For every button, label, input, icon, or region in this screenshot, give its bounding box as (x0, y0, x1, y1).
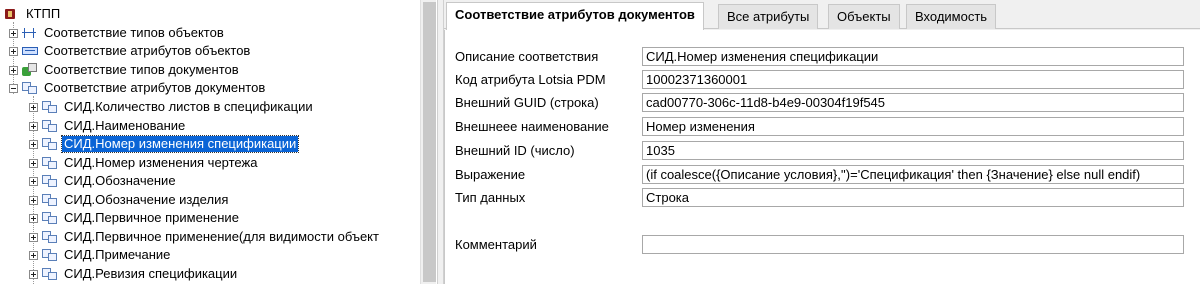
tree-root-label: КТПП (26, 6, 61, 21)
tree-child-item[interactable]: СИД.Номер изменения чертежа (29, 154, 259, 172)
tree-child-item[interactable]: СИД.Обозначение (29, 172, 178, 190)
tree-group-document-types[interactable]: Соответствие типов документов (9, 61, 241, 79)
mapping-form: Описание соответствия СИД.Номер изменени… (444, 30, 1200, 284)
document-attributes-icon (21, 81, 39, 95)
attribute-mapping-icon (41, 156, 59, 170)
tree-group-label: Соответствие типов объектов (44, 25, 224, 40)
tab-all-attributes[interactable]: Все атрибуты (718, 4, 819, 29)
tree-child-label: СИД.Количество листов в спецификации (64, 99, 313, 114)
tree-child-item[interactable]: СИД.Обозначение изделия (29, 191, 230, 209)
expand-plus-icon[interactable] (29, 213, 38, 223)
label-description: Описание соответствия (455, 49, 599, 64)
tab-occurrence[interactable]: Входимость (906, 4, 997, 29)
tree-group-label: Соответствие атрибутов документов (44, 80, 266, 95)
data-type-field[interactable]: Строка (642, 188, 1184, 207)
object-attributes-icon (21, 44, 39, 58)
tree-child-label: СИД.Первичное применение(для видимости о… (64, 229, 379, 244)
tree-child-label: СИД.Обозначение (64, 173, 176, 188)
ktpp-icon (3, 7, 21, 21)
tree-group-label: Соответствие типов документов (44, 62, 239, 77)
tree-child-item[interactable]: СИД.Первичное применение(для видимости о… (29, 228, 381, 246)
tree-root-ktpp[interactable]: КТПП (0, 5, 62, 23)
attribute-mapping-icon (41, 248, 59, 262)
tree-child-item[interactable]: СИД.Примечание (29, 246, 172, 264)
attribute-mapping-icon (41, 230, 59, 244)
collapse-minus-icon[interactable] (9, 83, 18, 93)
attribute-mapping-icon (41, 174, 59, 188)
attribute-mapping-icon (41, 193, 59, 207)
scrollbar-thumb[interactable] (423, 2, 436, 282)
tree-child-item[interactable]: СИД.Наименование (29, 117, 187, 135)
tree-child-label: СИД.Номер изменения спецификации (60, 135, 300, 153)
tree-child-label: СИД.Номер изменения чертежа (64, 155, 258, 170)
label-attribute-code: Код атрибута Lotsia PDM (455, 72, 606, 87)
tree-child-label: СИД.Примечание (64, 247, 171, 262)
expand-plus-icon[interactable] (29, 139, 38, 149)
label-comment: Комментарий (455, 237, 537, 252)
tree-child-label: СИД.Первичное применение (64, 210, 239, 225)
external-guid-field[interactable]: cad00770-306c-11d8-b4e9-00304f19f545 (642, 93, 1184, 112)
tab-objects[interactable]: Объекты (828, 4, 900, 29)
attribute-mapping-icon (41, 211, 59, 225)
tree-child-item[interactable]: СИД.Количество листов в спецификации (29, 98, 315, 116)
details-panel: Соответствие атрибутов документов Все ат… (444, 0, 1200, 284)
tree-panel: КТПП Соответствие типов объектов Соответ… (0, 0, 436, 284)
tree-child-item[interactable]: СИД.Ревизия спецификации (29, 265, 239, 283)
tree-group-document-attributes[interactable]: Соответствие атрибутов документов (9, 79, 267, 97)
expand-plus-icon[interactable] (29, 176, 38, 186)
label-external-id: Внешний ID (число) (455, 143, 575, 158)
external-name-field[interactable]: Номер изменения (642, 117, 1184, 136)
tree-group-object-types[interactable]: Соответствие типов объектов (9, 24, 226, 42)
attribute-mapping-icon (41, 100, 59, 114)
expand-plus-icon[interactable] (29, 195, 38, 205)
comment-field[interactable] (642, 235, 1184, 254)
label-external-name: Внешнеее наименование (455, 119, 609, 134)
document-types-icon (21, 63, 39, 77)
expression-field[interactable]: (if coalesce({Описание условия},'')='Спе… (642, 165, 1184, 184)
label-data-type: Тип данных (455, 190, 526, 205)
label-expression: Выражение (455, 167, 526, 182)
tree-child-label: СИД.Ревизия спецификации (64, 266, 238, 281)
tree-child-label: СИД.Наименование (64, 118, 186, 133)
tree-child-item[interactable]: СИД.Первичное применение (29, 209, 241, 227)
expand-plus-icon[interactable] (9, 65, 18, 75)
expand-plus-icon[interactable] (9, 46, 18, 56)
tree-vertical-scrollbar[interactable] (420, 0, 436, 284)
attribute-mapping-icon (41, 267, 59, 281)
expand-plus-icon[interactable] (29, 102, 38, 112)
tree-group-label: Соответствие атрибутов объектов (44, 43, 251, 58)
label-external-guid: Внешний GUID (строка) (455, 95, 599, 110)
expand-plus-icon[interactable] (29, 121, 38, 131)
panel-splitter[interactable] (437, 0, 444, 284)
tree-child-item-selected[interactable]: СИД.Номер изменения спецификации (29, 135, 300, 153)
expand-plus-icon[interactable] (9, 28, 18, 38)
expand-plus-icon[interactable] (29, 250, 38, 260)
tab-document-attributes[interactable]: Соответствие атрибутов документов (446, 2, 704, 30)
tree-child-label: СИД.Обозначение изделия (64, 192, 229, 207)
description-field[interactable]: СИД.Номер изменения спецификации (642, 47, 1184, 66)
external-id-field[interactable]: 1035 (642, 141, 1184, 160)
attribute-mapping-icon (41, 119, 59, 133)
object-types-icon (21, 26, 39, 40)
expand-plus-icon[interactable] (29, 232, 38, 242)
attribute-code-field[interactable]: 10002371360001 (642, 70, 1184, 89)
attribute-mapping-icon (41, 137, 59, 151)
tab-bar: Соответствие атрибутов документов Все ат… (444, 0, 1200, 30)
expand-plus-icon[interactable] (29, 269, 38, 279)
expand-plus-icon[interactable] (29, 158, 38, 168)
tree-group-object-attributes[interactable]: Соответствие атрибутов объектов (9, 42, 252, 60)
